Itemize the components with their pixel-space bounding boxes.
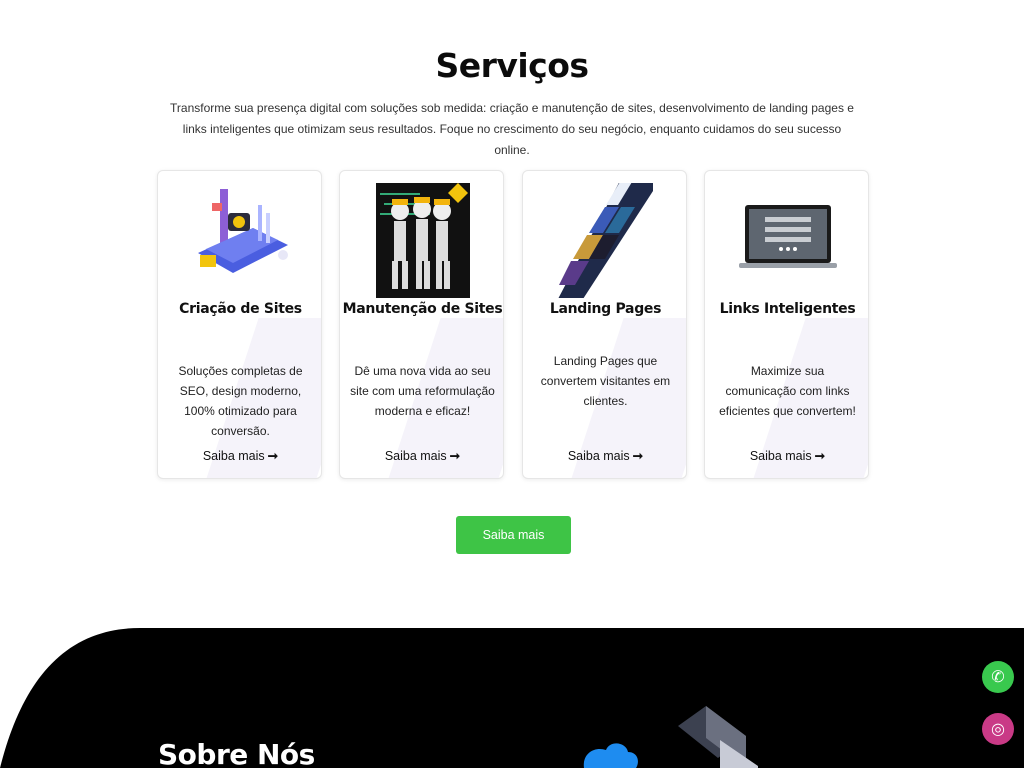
- service-card-criacao[interactable]: Criação de Sites Soluções completas de S…: [157, 170, 322, 479]
- card-title: Criação de Sites: [179, 301, 302, 317]
- landing-page-mockups-icon: [558, 183, 653, 298]
- about-illustration-icon: [583, 706, 758, 768]
- card-title: Manutenção de Sites: [342, 301, 503, 317]
- instagram-button[interactable]: ◎: [982, 713, 1014, 745]
- website-building-illustration-icon: [198, 189, 288, 273]
- arrow-right-icon: ➞: [632, 449, 644, 463]
- about-background: [0, 628, 1024, 768]
- card-description: Maximize sua comunicação com links efici…: [719, 364, 856, 418]
- card-title: Landing Pages: [549, 301, 662, 317]
- services-cta-button[interactable]: Saiba mais: [456, 516, 571, 554]
- service-card-landing[interactable]: Landing Pages Landing Pages que converte…: [522, 170, 687, 479]
- card-link[interactable]: Saiba mais ➞: [705, 448, 868, 463]
- card-link[interactable]: Saiba mais ➞: [340, 448, 503, 463]
- card-link[interactable]: Saiba mais ➞: [523, 448, 686, 463]
- maintenance-workers-illustration-icon: [376, 183, 470, 298]
- arrow-right-icon: ➞: [449, 449, 461, 463]
- card-link[interactable]: Saiba mais ➞: [158, 448, 321, 463]
- card-description: Soluções completas de SEO, design modern…: [178, 364, 303, 438]
- instagram-icon: ◎: [991, 719, 1005, 738]
- card-title: Links Inteligentes: [719, 301, 856, 317]
- whatsapp-button[interactable]: ✆: [982, 661, 1014, 693]
- service-card-manutencao[interactable]: Manutenção de Sites Dê uma nova vida ao …: [339, 170, 504, 479]
- arrow-right-icon: ➞: [814, 449, 826, 463]
- about-section: [0, 628, 1024, 768]
- card-description: Landing Pages que convertem visitantes e…: [540, 354, 671, 408]
- services-title: Serviços: [435, 46, 589, 85]
- about-title: Sobre Nós: [158, 738, 315, 768]
- service-card-links[interactable]: Links Inteligentes Maximize sua comunica…: [704, 170, 869, 479]
- whatsapp-icon: ✆: [991, 667, 1005, 686]
- laptop-links-page-icon: [739, 205, 837, 268]
- arrow-right-icon: ➞: [267, 449, 279, 463]
- services-subtitle: Transforme sua presença digital com solu…: [170, 101, 854, 157]
- card-description: Dê uma nova vida ao seu site com uma ref…: [350, 364, 495, 418]
- services-section: Serviços Transforme sua presença digital…: [0, 0, 1024, 620]
